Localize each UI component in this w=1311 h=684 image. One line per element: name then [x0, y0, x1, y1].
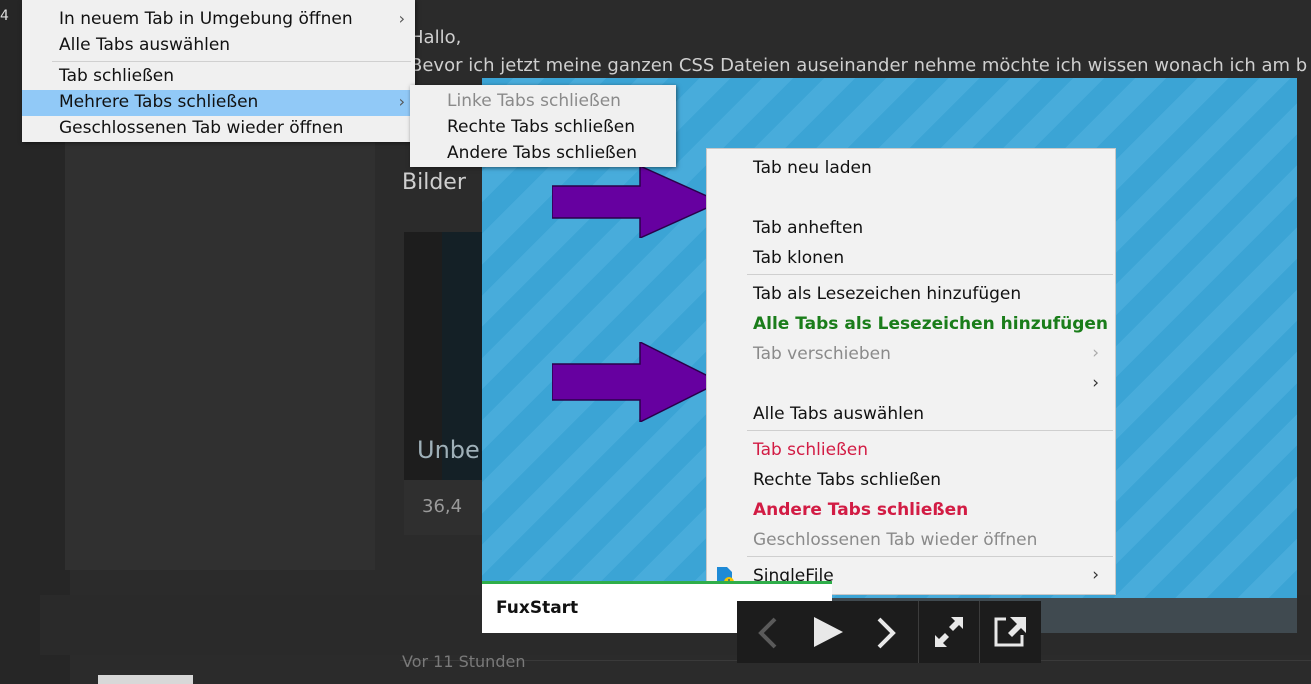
tab-context-menu: In neuem Tab in Umgebung öffnen › Alle T…: [22, 0, 415, 142]
menu-item-reopen-closed-tab: Geschlossenen Tab wieder öffnen: [753, 530, 1038, 550]
menu-item-reload-tab: Tab neu laden: [753, 158, 872, 178]
chevron-right-icon: ›: [398, 9, 405, 28]
lightbox-controls: [737, 601, 1041, 663]
open-external-icon[interactable]: [980, 601, 1041, 663]
menu-item-close-right-tabs[interactable]: Rechte Tabs schließen: [410, 115, 676, 141]
menu-item-duplicate-tab: Tab klonen: [753, 248, 845, 268]
chevron-right-icon: ›: [1092, 343, 1099, 363]
menu-item-close-multiple-tabs[interactable]: Mehrere Tabs schließen ›: [22, 90, 415, 116]
menu-item-close-other-tabs[interactable]: Andere Tabs schließen: [410, 141, 676, 167]
post-greeting: Hallo,: [410, 27, 462, 48]
footer-label: FuxStart: [496, 598, 579, 618]
menu-item-blank-submenu: ›: [707, 371, 1115, 399]
menu-item-close-tab: Tab schließen: [753, 440, 869, 460]
menu-item-bookmark-all-tabs: Alle Tabs als Lesezeichen hinzufügen: [753, 314, 1108, 334]
screenshot-tab-context-menu: Tab neu laden Tab anheften Tab klonen Ta…: [706, 148, 1116, 595]
thumbnail-label: Unbe: [417, 436, 480, 464]
menu-item-close-right-tabs: Rechte Tabs schließen: [753, 470, 942, 490]
menu-item-pin-tab: Tab anheften: [753, 218, 864, 238]
menu-separator: [747, 430, 1113, 431]
menu-item-close-tab[interactable]: Tab schließen: [22, 64, 415, 90]
menu-separator: [52, 61, 411, 62]
close-multiple-tabs-submenu: Linke Tabs schließen Rechte Tabs schließ…: [410, 85, 676, 167]
menu-separator: [747, 274, 1113, 275]
fullscreen-icon[interactable]: [919, 601, 979, 663]
background-number: 4: [0, 8, 9, 24]
post-time: Vor 11 Stunden: [402, 652, 526, 671]
menu-item-bookmark-tab: Tab als Lesezeichen hinzufügen: [753, 284, 1022, 304]
menu-item-close-other-tabs: Andere Tabs schließen: [753, 500, 969, 520]
image-thumbnail[interactable]: Unbe: [404, 232, 484, 480]
arrow-right-icon: [552, 342, 722, 422]
menu-separator: [747, 556, 1113, 557]
menu-item-reopen-closed-tab[interactable]: Geschlossenen Tab wieder öffnen: [22, 116, 415, 142]
menu-item-select-all-tabs: Alle Tabs auswählen: [753, 404, 925, 424]
images-heading: Bilder: [402, 170, 466, 195]
chevron-right-icon: ›: [1092, 565, 1099, 585]
file-size-box: 36,4: [404, 480, 484, 535]
post-body-line: Bevor ich jetzt meine ganzen CSS Dateien…: [410, 55, 1308, 76]
menu-item-select-all-tabs[interactable]: Alle Tabs auswählen: [22, 33, 415, 59]
chevron-right-icon: ›: [398, 92, 405, 111]
bottom-thumbnail: [98, 675, 193, 684]
menu-item-close-left-tabs[interactable]: Linke Tabs schließen: [410, 89, 676, 115]
next-icon[interactable]: [857, 601, 917, 663]
prev-icon[interactable]: [737, 601, 799, 663]
arrow-right-icon: [552, 166, 722, 238]
file-size-text: 36,4: [422, 496, 463, 517]
menu-item-open-in-new-tab-nearby[interactable]: In neuem Tab in Umgebung öffnen ›: [22, 7, 415, 33]
chevron-right-icon: ›: [1092, 373, 1099, 393]
menu-item-move-tab: Tab verschieben ›: [753, 343, 1099, 364]
play-icon[interactable]: [799, 601, 857, 663]
